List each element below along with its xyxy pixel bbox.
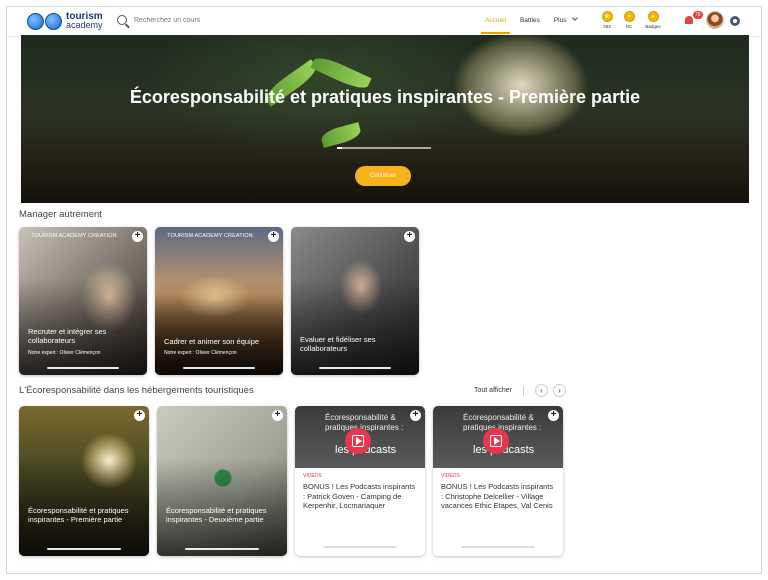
podcast-thumbnail: Écoresponsabilité & pratiques inspirante… — [295, 406, 425, 468]
card-title: Recruter et intégrer ses collaborateurs — [28, 327, 107, 345]
scroll-right-button[interactable]: › — [553, 384, 566, 397]
course-card-eco-part1[interactable]: + Écoresponsabilité et pratiques inspira… — [19, 406, 149, 556]
app-frame: tourism academy Accueil Battles Plus ★ 2… — [6, 6, 762, 574]
hero-banner: Écoresponsabilité et pratiques inspirant… — [21, 35, 749, 203]
bell-icon — [685, 16, 693, 24]
section-title-ecoresponsabilite: L'Écoresponsabilité dans les hébergement… — [19, 385, 254, 396]
hero-progress-bar — [337, 147, 431, 149]
stat-badges[interactable]: ♦ Badges — [644, 11, 662, 29]
card-expert: Notre expert : Olivier Clémençon — [28, 350, 101, 356]
card-progress-bar — [183, 367, 255, 369]
stat-points-label: 283 — [603, 24, 611, 29]
course-card-evaluer[interactable]: + Evaluer et fidéliser ses collaborateur… — [291, 227, 419, 375]
card-title: BONUS ! Les Podcasts inspirants : Patric… — [303, 482, 416, 510]
divider — [523, 386, 524, 396]
search-bar — [117, 15, 284, 25]
stat-badges-label: Badges — [645, 24, 661, 29]
hero-progress-fill — [337, 147, 342, 149]
card-progress-bar — [185, 548, 259, 550]
chevron-down-icon — [571, 15, 578, 21]
logo-text: tourism academy — [66, 12, 103, 30]
play-icon[interactable] — [345, 428, 371, 454]
card-title: Écoresponsabilité et pratiques inspirant… — [166, 506, 267, 524]
section-title-manager: Manager autrement — [19, 209, 102, 220]
search-icon[interactable] — [117, 15, 127, 25]
podcast-thumbnail: Écoresponsabilité & pratiques inspirante… — [433, 406, 563, 468]
leaf-decoration — [319, 122, 363, 148]
star-icon: ★ — [601, 11, 613, 22]
tourism-academy-logo[interactable]: tourism academy — [27, 12, 103, 30]
podcast-card-delcellier[interactable]: Écoresponsabilité & pratiques inspirante… — [433, 406, 563, 556]
add-icon[interactable]: + — [410, 410, 421, 421]
card-title: Evaluer et fidéliser ses collaborateurs — [300, 335, 376, 353]
nav-link-battles[interactable]: Battles — [520, 17, 540, 24]
search-input[interactable] — [134, 16, 284, 24]
course-card-cadrer[interactable]: TOURISM ACADEMY CREATION + Cadrer et ani… — [155, 227, 283, 375]
notification-count-badge: 76 — [693, 11, 703, 19]
play-icon[interactable] — [483, 428, 509, 454]
card-progress-bar — [47, 548, 121, 550]
podcast-card-goven[interactable]: Écoresponsabilité & pratiques inspirante… — [295, 406, 425, 556]
continue-button[interactable]: Continuer — [355, 166, 411, 186]
add-icon[interactable]: + — [132, 231, 143, 242]
card-progress-bar — [47, 367, 119, 369]
add-icon[interactable]: + — [404, 231, 415, 242]
user-avatar[interactable] — [706, 11, 724, 29]
globe-icon — [45, 12, 62, 30]
nav-link-accueil[interactable]: Accueil — [481, 17, 510, 34]
add-icon[interactable]: + — [272, 410, 283, 421]
card-expert: Notre expert : Olivier Clémençon — [164, 350, 237, 356]
globe-icon — [27, 12, 44, 30]
card-title: Écoresponsabilité et pratiques inspirant… — [28, 506, 129, 524]
gear-icon[interactable] — [730, 16, 740, 26]
card-title: Cadrer et animer son équipe — [164, 337, 260, 346]
nav-links: Accueil Battles Plus — [481, 15, 591, 34]
add-icon[interactable]: + — [268, 231, 279, 242]
card-progress-bar — [323, 546, 397, 548]
stat-level-label: NC — [625, 24, 633, 29]
category-tag: VIDÉOS — [303, 473, 322, 479]
see-all-link[interactable]: Tout afficher — [474, 387, 512, 394]
course-card-eco-part2[interactable]: + Écoresponsabilité et pratiques inspira… — [157, 406, 287, 556]
card-title: BONUS ! Les Podcasts inspirants : Christ… — [441, 482, 554, 510]
card-progress-bar — [461, 546, 535, 548]
play-triangle — [356, 437, 362, 445]
trophy-icon: ♦ — [647, 11, 659, 22]
stat-level[interactable]: • NC — [620, 11, 638, 29]
stat-points[interactable]: ★ 283 — [598, 11, 616, 29]
card-shade — [157, 406, 287, 556]
add-icon[interactable]: + — [134, 410, 145, 421]
chevron-right-icon: › — [558, 386, 561, 395]
card-ribbon: TOURISM ACADEMY CREATION — [31, 233, 117, 239]
nav-link-more[interactable]: Plus — [553, 15, 578, 24]
card-progress-bar — [319, 367, 391, 369]
nav-more-label: Plus — [553, 17, 567, 24]
hero-title: Écoresponsabilité et pratiques inspirant… — [129, 87, 641, 107]
category-tag: VIDÉOS — [441, 473, 460, 479]
top-navigation: tourism academy Accueil Battles Plus ★ 2… — [7, 7, 761, 37]
chevron-left-icon: ‹ — [540, 386, 543, 395]
logo-line2: academy — [66, 20, 103, 30]
card-ribbon: TOURISM ACADEMY CREATION — [167, 233, 253, 239]
card-shade — [19, 406, 149, 556]
play-triangle — [494, 437, 500, 445]
course-card-recruter[interactable]: TOURISM ACADEMY CREATION + Recruter et i… — [19, 227, 147, 375]
level-icon: • — [623, 11, 635, 22]
add-icon[interactable]: + — [548, 410, 559, 421]
scroll-left-button[interactable]: ‹ — [535, 384, 548, 397]
